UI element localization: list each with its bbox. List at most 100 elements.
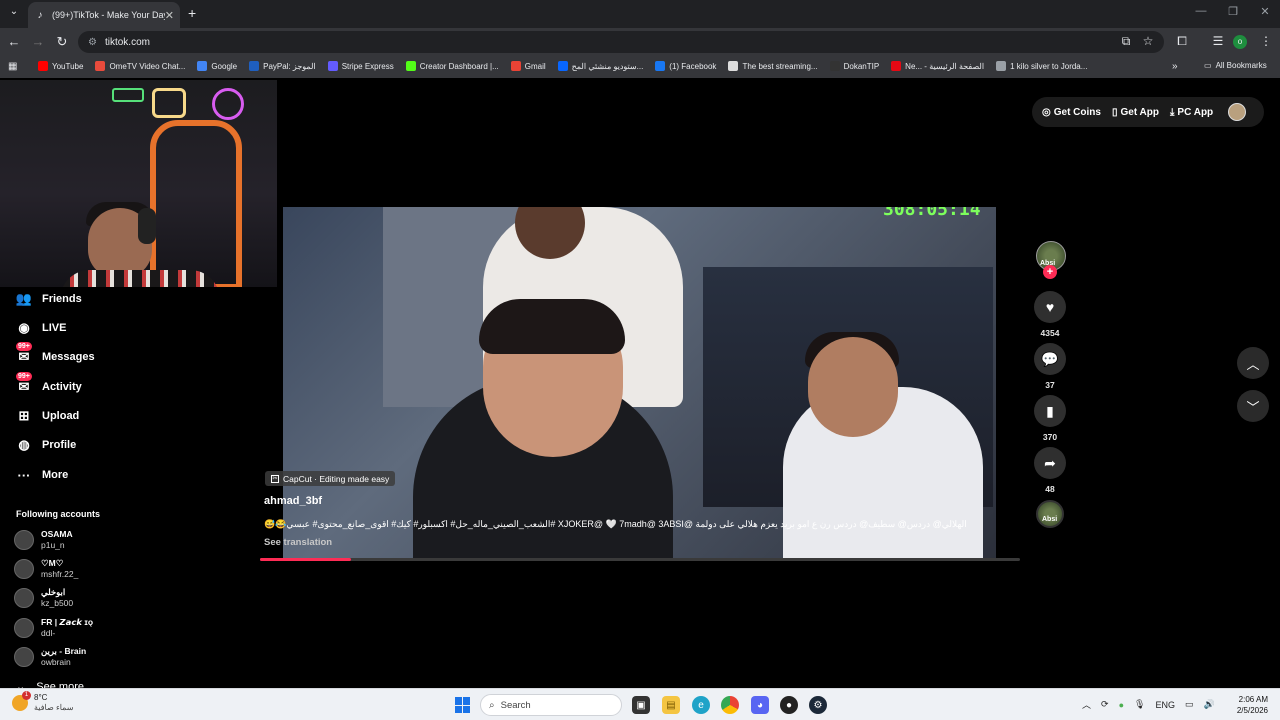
volume-icon[interactable]: 🔊 [1203, 699, 1214, 710]
sidebar-item-more[interactable]: ··· More [14, 465, 69, 485]
chrome-icon[interactable] [721, 696, 739, 714]
browser-tab[interactable]: ♪ (99+)TikTok - Make Your Day ✕ [28, 2, 180, 28]
bookmark-item[interactable]: DokanTIP [829, 61, 879, 71]
taskbar-search[interactable]: ⌕ Search [480, 694, 622, 716]
top-action-bar: ◎ Get Coins ▯ Get App ⤓ PC App [1032, 97, 1264, 127]
bookmark-favicon-icon [557, 61, 568, 71]
bookmark-item[interactable]: YouTube [38, 61, 83, 71]
following-account-item[interactable]: OSAMA p1u_n [14, 529, 73, 551]
discord-icon[interactable]: ◕ [751, 696, 769, 714]
music-disc[interactable] [1036, 500, 1064, 528]
bookmark-label: Google [211, 61, 238, 71]
user-avatar[interactable] [1228, 103, 1247, 121]
profile-avatar[interactable]: o [1233, 35, 1247, 49]
sidebar-item-upload[interactable]: ⊞ Upload [14, 406, 80, 426]
network-icon[interactable]: ▭ [1185, 699, 1194, 710]
obs-icon[interactable]: ● [780, 696, 798, 714]
sync-icon[interactable]: ⟳ [1101, 699, 1109, 710]
language-indicator[interactable]: ENG [1155, 700, 1175, 710]
get-app-button[interactable]: ▯ Get App [1112, 107, 1159, 118]
weather-widget[interactable]: 1 8°C سماء صافية [12, 691, 74, 713]
minimize-button[interactable]: — [1186, 5, 1216, 17]
install-app-icon[interactable]: ⧉ [1118, 34, 1134, 49]
comment-button[interactable]: 💬 [1034, 343, 1066, 375]
bookmark-item[interactable]: Gmail [510, 61, 546, 71]
next-video-button[interactable]: ﹀ [1237, 390, 1269, 422]
bookmark-star-icon[interactable]: ☆ [1140, 34, 1156, 48]
follow-button[interactable]: + [1043, 265, 1057, 279]
avatar [14, 559, 34, 579]
extensions-icon[interactable]: ⧠ [1174, 34, 1190, 49]
video-player[interactable]: 308:05:14 [283, 207, 996, 559]
see-translation-link[interactable]: See translation [264, 537, 332, 548]
close-tab-icon[interactable]: ✕ [165, 9, 174, 22]
bookmark-favicon-icon [249, 61, 260, 71]
forward-button[interactable]: → [30, 34, 46, 50]
bookmark-item[interactable]: Google [197, 61, 237, 71]
tray-overflow-icon[interactable]: ︿ [1082, 698, 1091, 711]
site-info-icon[interactable]: ⚙ [88, 37, 97, 48]
share-button[interactable]: ➦ [1034, 447, 1066, 479]
maximize-button[interactable]: ❐ [1218, 5, 1248, 18]
save-button[interactable]: ▮ [1034, 395, 1066, 427]
all-bookmarks-button[interactable]: ▭ All Bookmarks [1204, 61, 1267, 70]
account-username: kz_b500 [41, 598, 74, 608]
bookmarks-overflow-icon[interactable]: » [1172, 61, 1178, 72]
video-progress-bar[interactable] [260, 558, 1020, 561]
bookmark-item[interactable]: Creator Dashboard |... [405, 61, 499, 71]
save-count: 370 [1042, 432, 1058, 442]
capcut-badge[interactable]: ✂ CapCut · Editing made easy [265, 471, 396, 486]
comment-icon: 💬 [1041, 350, 1059, 367]
sidebar-item-label: LIVE [42, 322, 67, 334]
video-author[interactable]: ahmad_3bf [264, 495, 322, 507]
following-account-item[interactable]: ♡M♡ mshfr.22_ [14, 558, 78, 580]
sidebar-item-profile[interactable]: ◍ Profile [14, 435, 76, 455]
tab-search-button[interactable]: ⌄ [6, 6, 22, 22]
sidebar-item-label: Friends [42, 293, 82, 305]
microphone-icon[interactable]: 🎙 [1134, 699, 1145, 710]
account-username: mshfr.22_ [41, 569, 79, 579]
reading-list-icon[interactable]: ☰ [1210, 34, 1226, 48]
bookmark-item[interactable]: ستوديو منشئي المح... [557, 61, 643, 71]
new-tab-button[interactable]: + [188, 5, 196, 21]
bookmark-item[interactable]: OmeTV Video Chat... [95, 61, 185, 71]
bookmark-icon: ▮ [1046, 402, 1054, 419]
task-view-icon[interactable]: ▣ [632, 696, 650, 714]
weather-desc: سماء صافية [34, 703, 74, 712]
start-button[interactable] [455, 697, 471, 713]
clock-time: 2:06 AM [1238, 695, 1268, 704]
bookmark-item[interactable]: Stripe Express [327, 61, 394, 71]
close-window-button[interactable]: ✕ [1250, 5, 1280, 18]
previous-video-button[interactable]: ︿ [1237, 347, 1269, 379]
apps-grid-icon[interactable]: ▦ [8, 61, 17, 72]
status-dot-icon[interactable]: ● [1119, 700, 1124, 710]
sidebar-item-live[interactable]: ◉ LIVE [14, 318, 66, 338]
bookmark-label: YouTube [52, 61, 84, 71]
like-button[interactable]: ♥ [1034, 291, 1066, 323]
steam-icon[interactable]: ⚙ [809, 696, 827, 714]
tiktok-icon: ♪ [37, 9, 43, 21]
url-text: tiktok.com [104, 36, 150, 48]
bookmark-item[interactable]: The best streaming... [728, 61, 818, 71]
following-account-item[interactable]: FR | 𝙕𝙖𝙘𝙠 ɪǫ ddl- [14, 617, 93, 639]
sidebar-item-activity[interactable]: ✉ 99+ Activity [14, 372, 82, 397]
pc-app-button[interactable]: ⤓ PC App [1170, 107, 1213, 118]
address-bar[interactable]: ⚙ tiktok.com [78, 31, 1164, 53]
bookmark-favicon-icon [891, 61, 902, 71]
reload-button[interactable]: ↻ [54, 34, 70, 50]
following-account-item[interactable]: برين - Brain owbrain [14, 646, 86, 668]
bookmark-item[interactable]: PayPal: الموجز [249, 61, 316, 71]
following-account-item[interactable]: ابوخلي kz_b500 [14, 587, 73, 609]
back-button[interactable]: ← [6, 34, 22, 50]
chrome-menu-icon[interactable]: ⋮ [1258, 34, 1274, 48]
taskbar-clock[interactable]: 2:06 AM 2/5/2026 [1228, 694, 1268, 716]
sidebar-item-messages[interactable]: ✉ 99+ Messages [14, 342, 95, 367]
edge-icon[interactable]: e [692, 696, 710, 714]
bookmark-item[interactable]: 1 kilo silver to Jorda... [996, 61, 1087, 71]
file-explorer-icon[interactable]: ▤ [662, 696, 680, 714]
sidebar-item-friends[interactable]: 👥 Friends [14, 289, 82, 309]
get-coins-button[interactable]: ◎ Get Coins [1042, 107, 1101, 118]
bookmark-item[interactable]: Ne... - الصفحة الرئيسية [891, 61, 984, 71]
bookmark-list: YouTube OmeTV Video Chat... Google PayPal: … [38, 61, 1099, 71]
bookmark-item[interactable]: (1) Facebook [655, 61, 716, 71]
